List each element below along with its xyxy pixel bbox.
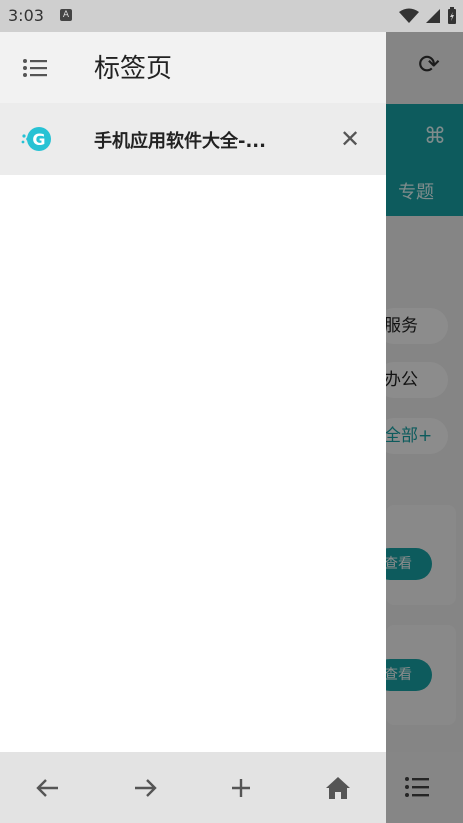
status-time: 3:03 (8, 6, 44, 25)
arrow-right-icon (134, 778, 157, 797)
new-tab-button[interactable] (217, 764, 265, 812)
tabs-drawer: 标签页 G 手机应用软件大全-... ✕ (0, 32, 386, 823)
notification-icon: A (60, 9, 72, 21)
drawer-header: 标签页 (0, 32, 386, 103)
app-logo-icon: G (21, 127, 51, 151)
wifi-icon (399, 8, 419, 23)
tab-title: 手机应用软件大全-... (94, 131, 266, 152)
tab-item[interactable]: G 手机应用软件大全-... ✕ (0, 103, 386, 175)
arrow-left-icon (36, 778, 59, 797)
home-icon (325, 776, 350, 799)
signal-icon (426, 9, 440, 23)
drawer-title: 标签页 (94, 54, 173, 84)
close-icon[interactable]: ✕ (336, 125, 364, 153)
forward-button[interactable] (121, 764, 169, 812)
list-icon[interactable] (18, 52, 52, 84)
plus-icon (232, 778, 251, 797)
back-button[interactable] (24, 764, 72, 812)
drawer-bottom-bar (0, 752, 386, 823)
status-bar: 3:03 A (0, 0, 463, 32)
status-icons (399, 6, 457, 26)
home-button[interactable] (314, 764, 362, 812)
svg-text:G: G (32, 130, 45, 149)
battery-icon (448, 7, 456, 24)
